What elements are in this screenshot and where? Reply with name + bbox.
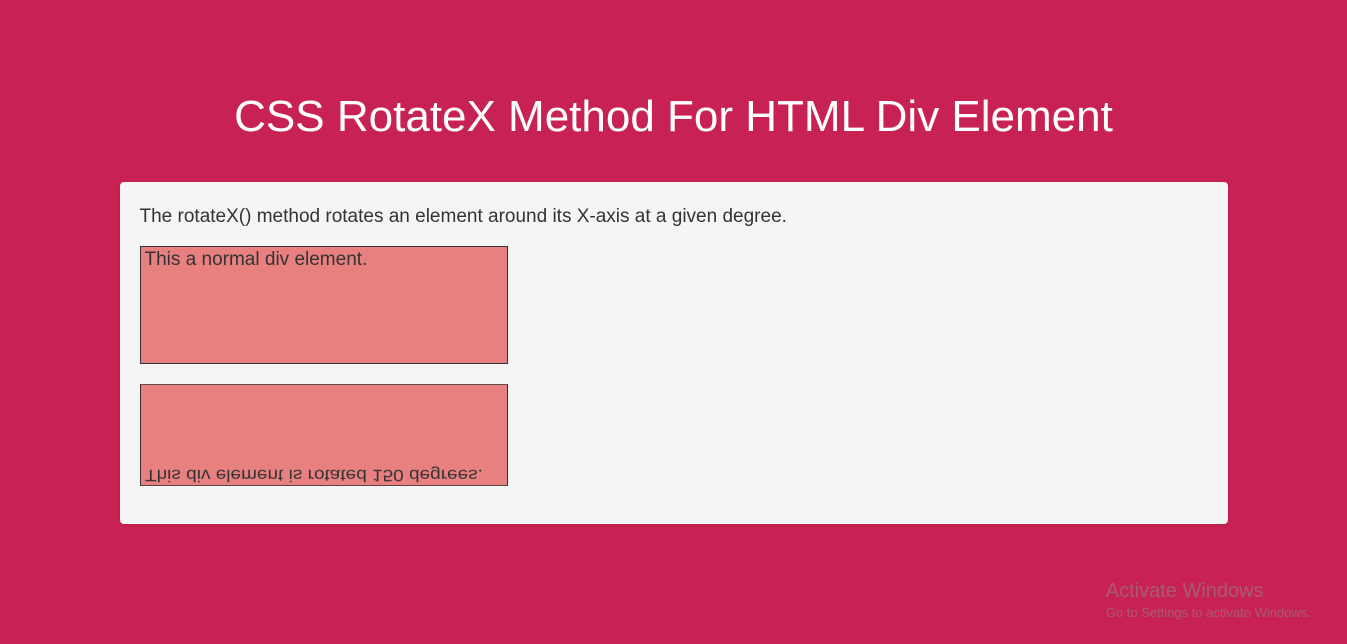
content-panel: The rotateX() method rotates an element … (120, 182, 1228, 524)
rotated-div-text: This div element is rotated 150 degrees. (145, 465, 483, 483)
normal-div-box: This a normal div element. (140, 246, 508, 364)
method-description: The rotateX() method rotates an element … (140, 206, 1208, 228)
rotated-div-box: This div element is rotated 150 degrees. (140, 384, 508, 486)
windows-watermark: Activate Windows Go to Settings to activ… (1106, 580, 1311, 620)
watermark-subtitle: Go to Settings to activate Windows. (1106, 605, 1311, 620)
page-title: CSS RotateX Method For HTML Div Element (0, 0, 1347, 182)
watermark-title: Activate Windows (1106, 580, 1311, 603)
normal-div-text: This a normal div element. (145, 249, 368, 270)
